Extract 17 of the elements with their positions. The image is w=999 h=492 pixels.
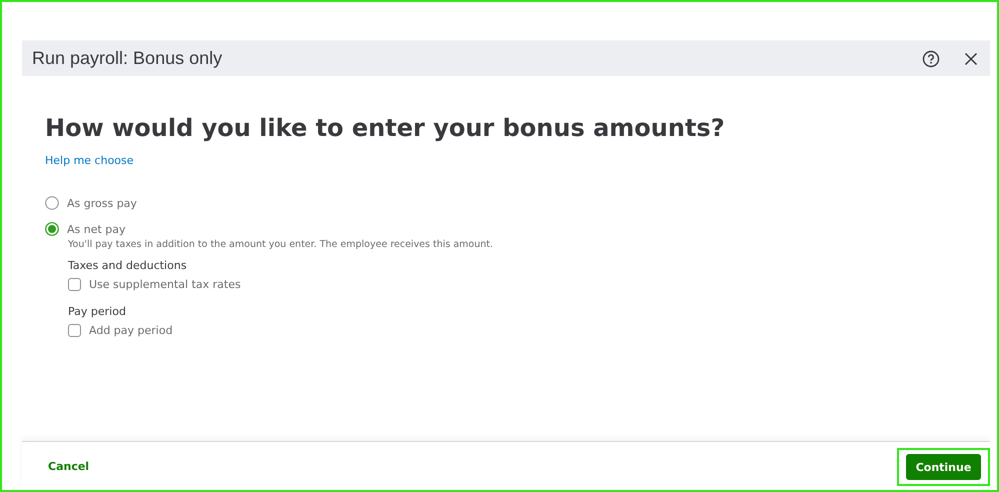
page-heading: How would you like to enter your bonus amounts? (45, 114, 726, 142)
help-icon[interactable] (922, 50, 940, 68)
checkbox[interactable] (68, 324, 81, 337)
radio-label: As gross pay (67, 196, 137, 210)
window-title: Run payroll: Bonus only (32, 48, 224, 69)
radio-button[interactable] (45, 222, 59, 236)
continue-button[interactable]: Continue (906, 454, 981, 480)
section-title: Pay period (68, 305, 127, 318)
checkbox-label: Add pay period (89, 324, 173, 337)
help-link[interactable]: Help me choose (45, 154, 134, 167)
radio-label: As net pay (67, 222, 126, 236)
cancel-button[interactable]: Cancel (48, 460, 90, 472)
option-description: You'll pay taxes in addition to the amount you enter. The employee receives this amount. (68, 239, 494, 250)
checkbox[interactable] (68, 278, 81, 291)
section-title: Taxes and deductions (68, 259, 188, 272)
radio-button[interactable] (45, 196, 59, 210)
checkbox-label: Use supplemental tax rates (89, 278, 241, 291)
